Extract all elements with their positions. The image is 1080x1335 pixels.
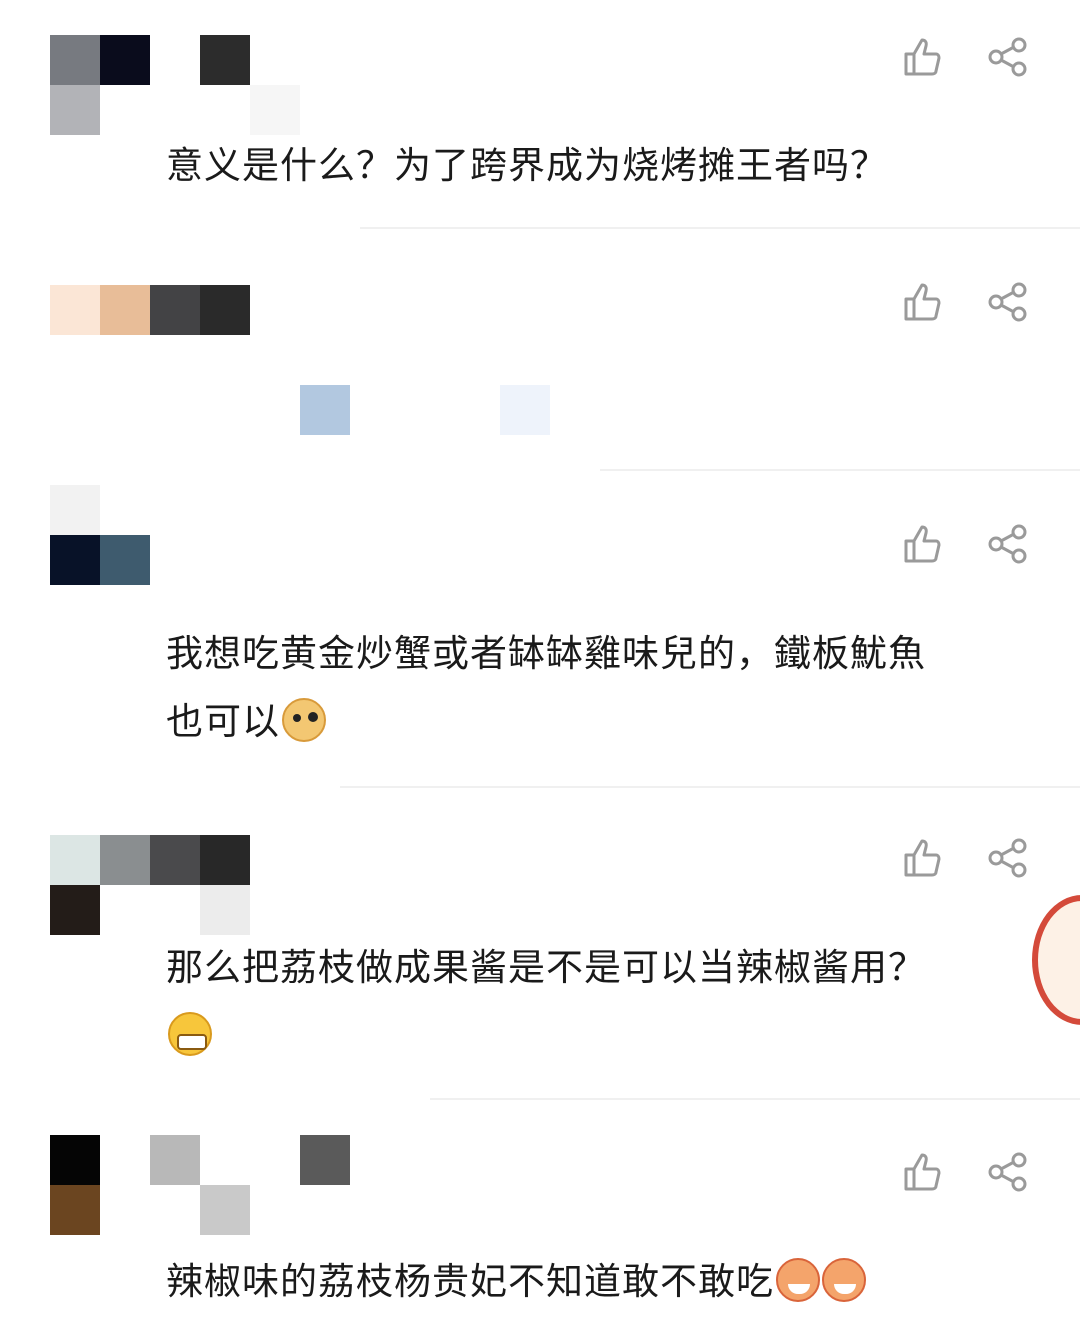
share-icon[interactable]	[986, 522, 1030, 566]
shrimp-emoji	[822, 1258, 866, 1302]
thumbs-up-icon[interactable]	[900, 280, 944, 324]
avatar[interactable]	[50, 1135, 350, 1235]
comment-actions	[900, 35, 1030, 79]
comment-text-content: 那么把荔枝做成果酱是不是可以当辣椒酱用？	[166, 946, 926, 989]
comment-actions	[900, 280, 1030, 324]
comment-text: 辣椒味的荔枝杨贵妃不知道敢不敢吃	[166, 1248, 1046, 1316]
share-icon[interactable]	[986, 280, 1030, 324]
divider	[360, 227, 1080, 229]
thumbs-up-icon[interactable]	[900, 522, 944, 566]
avatar[interactable]	[50, 485, 150, 585]
comment-actions	[900, 836, 1030, 880]
comment-text: 我想吃黄金炒蟹或者缽缽雞味兒的，鐵板魷魚 也可以	[166, 620, 1046, 756]
grin-emoji	[168, 1012, 212, 1056]
share-icon[interactable]	[986, 836, 1030, 880]
avatar[interactable]	[50, 35, 300, 135]
avatar[interactable]	[50, 285, 250, 335]
share-icon[interactable]	[986, 1150, 1030, 1194]
thumbs-up-icon[interactable]	[900, 1150, 944, 1194]
share-icon[interactable]	[986, 35, 1030, 79]
doge-emoji	[282, 698, 326, 742]
divider	[430, 1098, 1080, 1100]
comment-text-content: 我想吃黄金炒蟹或者缽缽雞味兒的，鐵板魷魚 也可以	[166, 632, 926, 743]
divider	[340, 786, 1080, 788]
comment-actions	[900, 522, 1030, 566]
thumbs-up-icon[interactable]	[900, 35, 944, 79]
comment-text: 那么把荔枝做成果酱是不是可以当辣椒酱用？	[166, 934, 1046, 1070]
comment-actions	[900, 1150, 1030, 1194]
thumbs-up-icon[interactable]	[900, 836, 944, 880]
comment-text-content: 辣椒味的荔枝杨贵妃不知道敢不敢吃	[166, 1260, 774, 1303]
avatar[interactable]	[50, 835, 250, 935]
divider	[600, 469, 1080, 471]
shrimp-emoji	[776, 1258, 820, 1302]
comment-text: 意义是什么？为了跨界成为烧烤摊王者吗？	[166, 144, 888, 187]
